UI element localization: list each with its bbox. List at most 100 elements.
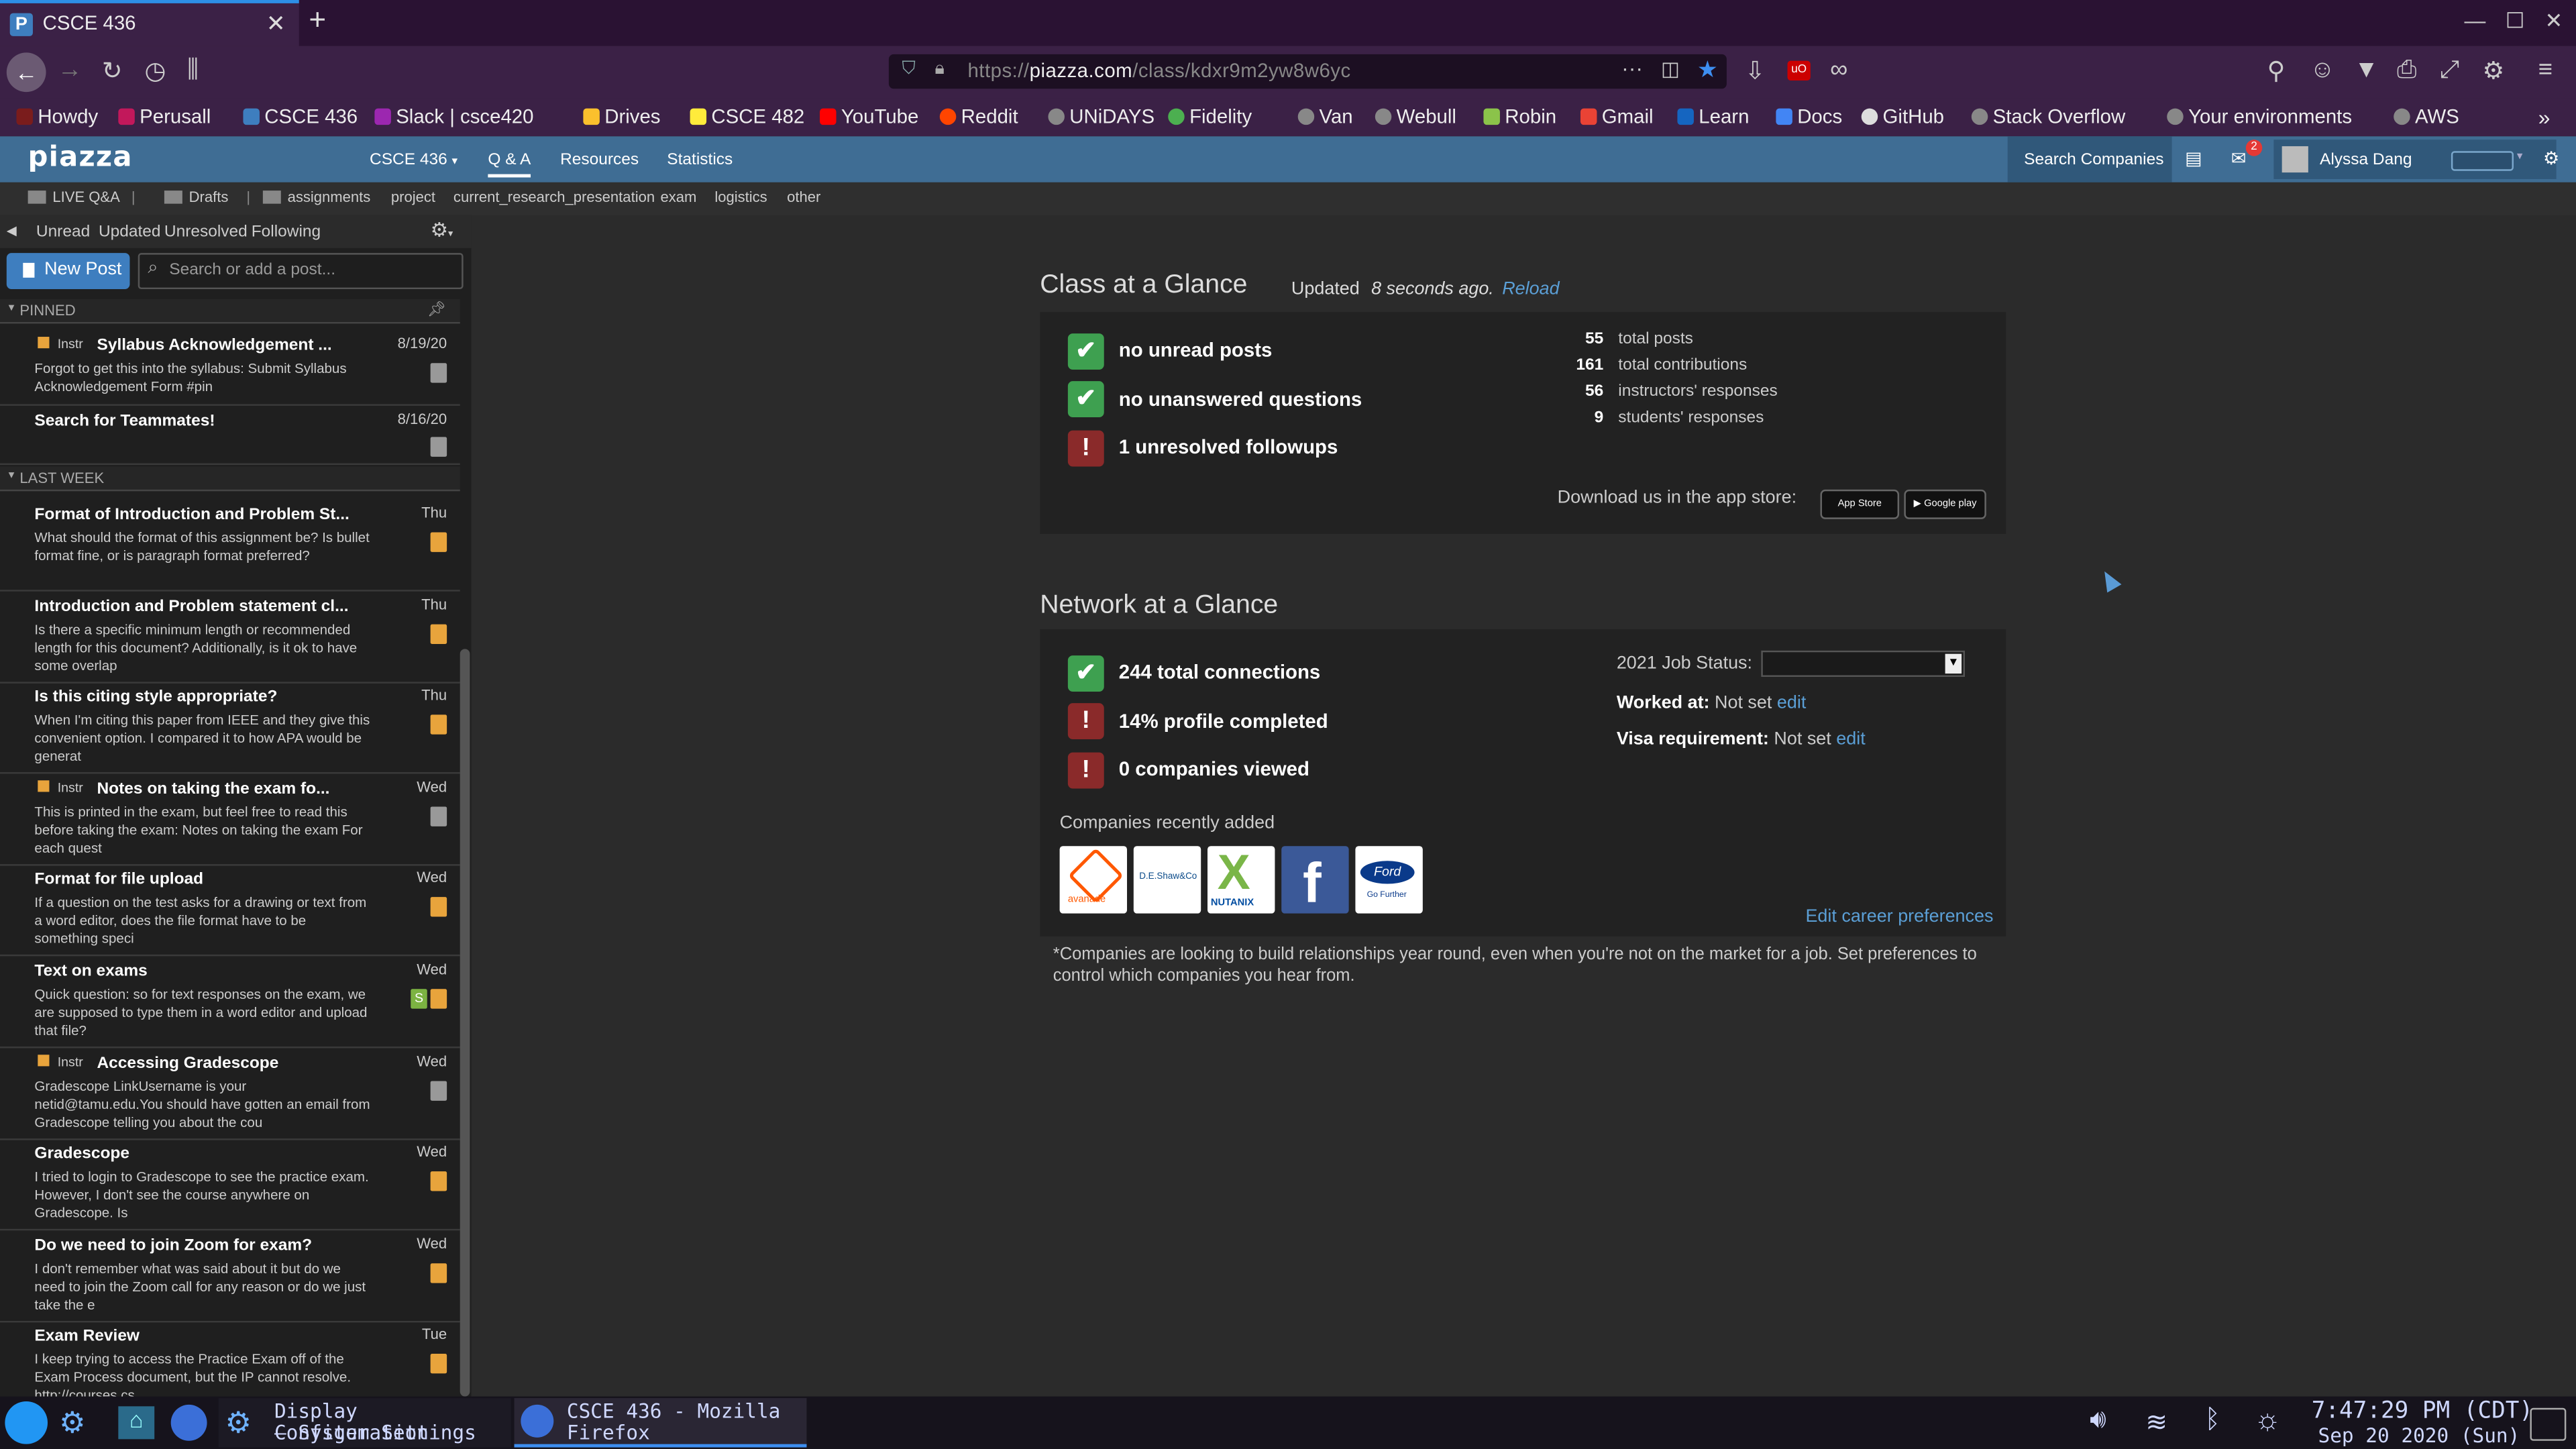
settings-app-icon[interactable]: ⚙ — [59, 1406, 86, 1440]
filter-unread[interactable]: Unread — [36, 223, 90, 241]
tab-resources[interactable]: Resources — [560, 151, 639, 169]
incognito-icon[interactable]: ☺ — [2310, 56, 2335, 84]
forward-icon[interactable]: → — [58, 56, 83, 84]
clock-date[interactable]: Sep 20 2020 (Sun) — [2318, 1426, 2520, 1448]
new-tab-icon[interactable]: + — [309, 3, 326, 38]
pinned-header[interactable]: ▼ PINNED 📌︎ — [0, 299, 460, 324]
bookmark-csce482[interactable]: CSCE 482 — [690, 105, 804, 128]
bookmark-van[interactable]: Van — [1297, 105, 1353, 128]
close-tab-icon[interactable]: ✕ — [266, 10, 286, 38]
search-posts-input[interactable]: ⌕ Search or add a post... — [138, 253, 464, 290]
home-folder-icon[interactable]: ⌂ — [118, 1406, 155, 1440]
browser-tab[interactable]: P CSCE 436 ✕ — [0, 0, 299, 46]
list-item[interactable]: Do we need to join Zoom for exam? Wed I do… — [0, 1229, 460, 1323]
settings-gear-icon[interactable]: ⚙ — [2482, 56, 2504, 86]
list-item[interactable]: Format of Introduction and Problem St...… — [0, 498, 460, 592]
library-icon[interactable]: ⫼ — [187, 56, 199, 84]
company-logo-nutanix[interactable]: X NUTANIX — [1208, 846, 1275, 914]
bookmark-slack[interactable]: Slack | csce420 — [374, 105, 534, 128]
bookmark-webull[interactable]: Webull — [1375, 105, 1456, 128]
bookmark-learn[interactable]: Learn — [1677, 105, 1749, 128]
edit-career-preferences-link[interactable]: Edit career preferences — [1805, 907, 1993, 926]
edit-visa-link[interactable]: edit — [1836, 729, 1865, 749]
start-menu-icon[interactable] — [5, 1401, 48, 1444]
filter-settings-gear-icon[interactable]: ⚙▾ — [431, 219, 453, 241]
class-dropdown[interactable]: CSCE 436 ▾ — [370, 151, 458, 169]
extension-icon[interactable]: ⚲ — [2267, 56, 2286, 86]
bookmark-stackoverflow[interactable]: Stack Overflow — [1971, 105, 2125, 128]
class-switcher[interactable] — [2451, 151, 2514, 171]
bookmark-drives[interactable]: Drives — [583, 105, 661, 128]
history-icon[interactable]: ◷ — [145, 56, 166, 86]
taskbar-app-display-config[interactable]: ⚙ Display Configuration — System Setting… — [218, 1398, 511, 1448]
company-logo-facebook[interactable]: f — [1281, 846, 1349, 914]
sidebar-scrollbar[interactable] — [460, 649, 470, 1397]
list-item[interactable]: Is this citing style appropriate? Thu When… — [0, 680, 460, 774]
bookmark-perusall[interactable]: Perusall — [118, 105, 211, 128]
app-store-badge[interactable]: App Store — [1820, 489, 1900, 519]
user-menu[interactable]: Alyssa Dang ▾ — [2273, 140, 2557, 179]
list-item[interactable]: Instr Accessing Gradescope Wed Gradescope L… — [0, 1046, 460, 1140]
bookmark-aws[interactable]: AWS — [2394, 105, 2459, 128]
company-logo-ford[interactable]: Ford Go Further — [1355, 846, 1423, 914]
list-item[interactable]: Format for file upload Wed If a question o… — [0, 863, 460, 957]
piazza-logo[interactable]: piazza — [28, 142, 133, 174]
bookmark-robin[interactable]: Robin — [1483, 105, 1556, 128]
back-icon[interactable]: ← — [6, 52, 46, 93]
hamburger-menu-icon[interactable]: ≡ — [2538, 56, 2553, 84]
downloads-icon[interactable]: ⇩ — [1745, 56, 1766, 86]
list-item[interactable]: Instr Notes on taking the exam fo... Wed Th… — [0, 772, 460, 866]
maximize-icon[interactable]: ☐ — [2506, 8, 2525, 34]
company-logo-deshaw[interactable]: D.E.Shaw&Co — [1133, 846, 1201, 914]
ublock-icon[interactable]: uO — [1787, 60, 1811, 81]
bookmark-github[interactable]: GitHub — [1861, 105, 1944, 128]
pocket-icon[interactable]: ◫ — [1661, 58, 1680, 80]
fullscreen-icon[interactable]: ⤢ — [2440, 56, 2459, 84]
job-status-select[interactable]: ▼ — [1761, 650, 1966, 677]
folder-live-qa[interactable]: LIVE Q&A — [28, 189, 120, 205]
tab-qa[interactable]: Q & A — [488, 151, 531, 178]
bookmark-environments[interactable]: Your environments — [2167, 105, 2352, 128]
bookmark-gmail[interactable]: Gmail — [1580, 105, 1654, 128]
folder-current-research[interactable]: current_research_presentation — [453, 189, 655, 205]
status-unresolved[interactable]: 1 unresolved followups — [1119, 435, 1338, 458]
last-week-header[interactable]: ▼ LAST WEEK — [0, 466, 460, 492]
folder-drafts[interactable]: Drafts — [164, 189, 228, 205]
google-play-badge[interactable]: ▶ Google play — [1904, 489, 1986, 519]
taskbar-app-firefox[interactable]: CSCE 436 - Mozilla Firefox — [514, 1398, 807, 1448]
tab-statistics[interactable]: Statistics — [667, 151, 733, 169]
volume-icon[interactable]: 🔊︎ — [2090, 1406, 2106, 1436]
list-item[interactable]: Instr Syllabus Acknowledgement ... 8/19/… — [0, 329, 460, 406]
bookmark-docs[interactable]: Docs — [1776, 105, 1842, 128]
new-post-button[interactable]: New Post — [6, 253, 130, 290]
list-item[interactable]: Introduction and Problem statement cl...… — [0, 590, 460, 684]
filter-unresolved[interactable]: Unresolved — [164, 223, 248, 241]
filter-updated[interactable]: Updated — [99, 223, 161, 241]
reload-link[interactable]: Reload — [1502, 279, 1559, 299]
list-item[interactable]: Text on exams Wed Quick question: so for t… — [0, 955, 460, 1049]
edit-worked-at-link[interactable]: edit — [1777, 693, 1806, 712]
clock-time[interactable]: 7:47:29 PM (CDT) — [2312, 1399, 2533, 1425]
company-logo-avanade[interactable]: avanade — [1059, 846, 1128, 914]
filter-following[interactable]: Following — [252, 223, 321, 241]
folder-logistics[interactable]: logistics — [714, 189, 767, 205]
print-icon[interactable]: ⎙ — [2397, 56, 2416, 84]
list-item[interactable]: Gradescope Wed I tried to login to Gradesc… — [0, 1137, 460, 1231]
minimize-icon[interactable]: — — [2464, 8, 2485, 33]
close-window-icon[interactable]: ✕ — [2545, 8, 2563, 34]
gear-icon[interactable]: ⚙ — [2543, 148, 2559, 169]
filter-icon[interactable]: ▼ — [2354, 56, 2378, 84]
bluetooth-icon[interactable]: ᛒ — [2205, 1406, 2221, 1436]
url-bar[interactable]: ⛉ 🔒︎ https://piazza.com/class/kdxr9m2yw8… — [888, 54, 1727, 89]
reload-icon[interactable]: ↻ — [102, 56, 123, 86]
show-desktop-icon[interactable] — [2530, 1407, 2567, 1441]
folder-assignments[interactable]: assignments — [262, 189, 370, 205]
wifi-icon[interactable]: ≋ — [2145, 1406, 2167, 1439]
bookmark-star-icon[interactable]: ★ — [1697, 56, 1718, 84]
collapse-sidebar-icon[interactable]: ◀ — [7, 223, 17, 238]
chat-icon[interactable]: ✉ — [2231, 148, 2247, 169]
bookmark-csce436[interactable]: CSCE 436 — [243, 105, 358, 128]
folder-other[interactable]: other — [787, 189, 820, 205]
bookmark-howdy[interactable]: Howdy — [16, 105, 98, 128]
list-item[interactable]: Search for Teammates! 8/16/20 — [0, 404, 460, 466]
